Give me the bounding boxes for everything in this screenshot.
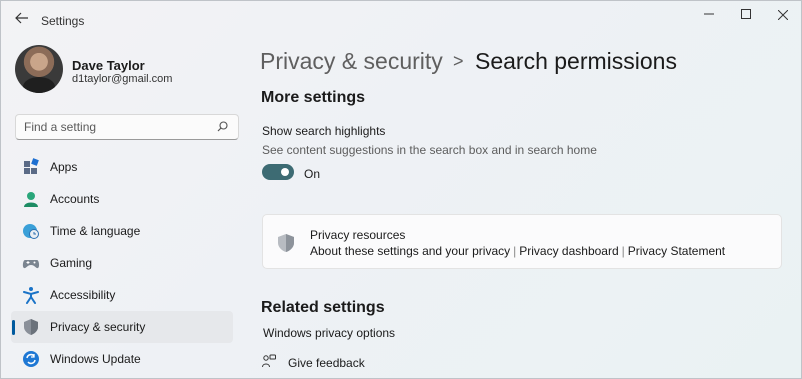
privacy-statement-link[interactable]: Privacy Statement — [628, 244, 725, 258]
search-input[interactable] — [24, 120, 204, 134]
sidebar-item-time-language[interactable]: Time & language — [11, 215, 233, 247]
sidebar-item-label: Time & language — [50, 224, 141, 238]
settings-window: Settings Dave Taylor d1taylor@gmail.com … — [0, 0, 802, 379]
windows-privacy-options-link[interactable]: Windows privacy options — [263, 326, 395, 340]
back-arrow-icon[interactable] — [13, 11, 31, 27]
shield-icon — [24, 319, 38, 335]
link-separator: | — [621, 244, 625, 258]
app-title: Settings — [41, 14, 85, 28]
minimize-icon[interactable] — [697, 7, 721, 23]
sidebar-item-label: Windows Update — [50, 352, 141, 366]
give-feedback-link[interactable]: Give feedback — [288, 356, 365, 370]
globe-clock-icon — [23, 224, 39, 239]
sidebar-item-label: Apps — [50, 160, 78, 174]
shield-icon — [278, 234, 294, 252]
sync-icon — [23, 351, 39, 367]
privacy-links: About these settings and your privacy | Pr… — [310, 244, 725, 258]
sidebar-item-label: Privacy & security — [50, 320, 146, 334]
sidebar-item-label: Gaming — [50, 256, 93, 270]
page-title: Search permissions — [475, 48, 677, 74]
user-email: d1taylor@gmail.com — [72, 73, 173, 85]
link-separator: | — [513, 244, 517, 258]
sidebar-item-apps[interactable]: Apps — [11, 151, 233, 183]
accounts-icon — [24, 192, 38, 207]
search-highlights-toggle[interactable] — [262, 164, 294, 180]
sidebar-nav: Apps Accounts Time & language Gaming Acc… — [11, 151, 233, 375]
search-icon[interactable] — [217, 121, 228, 132]
sidebar-item-label: Accessibility — [50, 288, 116, 302]
more-settings-heading: More settings — [261, 89, 366, 106]
avatar[interactable] — [15, 45, 63, 93]
maximize-icon[interactable] — [734, 7, 758, 23]
apps-icon — [24, 158, 39, 174]
privacy-resources-card: Privacy resources About these settings a… — [262, 214, 782, 269]
toggle-knob — [281, 168, 289, 176]
gamepad-icon — [22, 260, 40, 269]
related-settings-heading: Related settings — [261, 299, 385, 316]
sidebar-item-privacy-security[interactable]: Privacy & security — [11, 311, 233, 343]
about-privacy-link[interactable]: About these settings and your privacy — [310, 244, 510, 258]
breadcrumb-separator: > — [453, 51, 464, 71]
sidebar-item-accounts[interactable]: Accounts — [11, 183, 233, 215]
accessibility-icon — [23, 287, 39, 304]
sidebar-item-windows-update[interactable]: Windows Update — [11, 343, 233, 375]
title-bar: Settings — [1, 1, 801, 35]
search-box[interactable] — [15, 114, 239, 140]
sidebar-item-gaming[interactable]: Gaming — [11, 247, 233, 279]
search-highlights-description: See content suggestions in the search bo… — [262, 143, 597, 157]
sidebar-item-accessibility[interactable]: Accessibility — [11, 279, 233, 311]
close-icon[interactable] — [771, 7, 795, 23]
search-highlights-label: Show search highlights — [262, 124, 386, 138]
feedback-icon[interactable] — [262, 354, 276, 368]
privacy-resources-title: Privacy resources — [310, 228, 406, 242]
sidebar-item-label: Accounts — [50, 192, 100, 206]
toggle-state-label: On — [304, 167, 321, 181]
breadcrumb-parent[interactable]: Privacy & security — [260, 48, 443, 75]
user-name: Dave Taylor — [72, 58, 145, 73]
privacy-dashboard-link[interactable]: Privacy dashboard — [519, 244, 618, 258]
